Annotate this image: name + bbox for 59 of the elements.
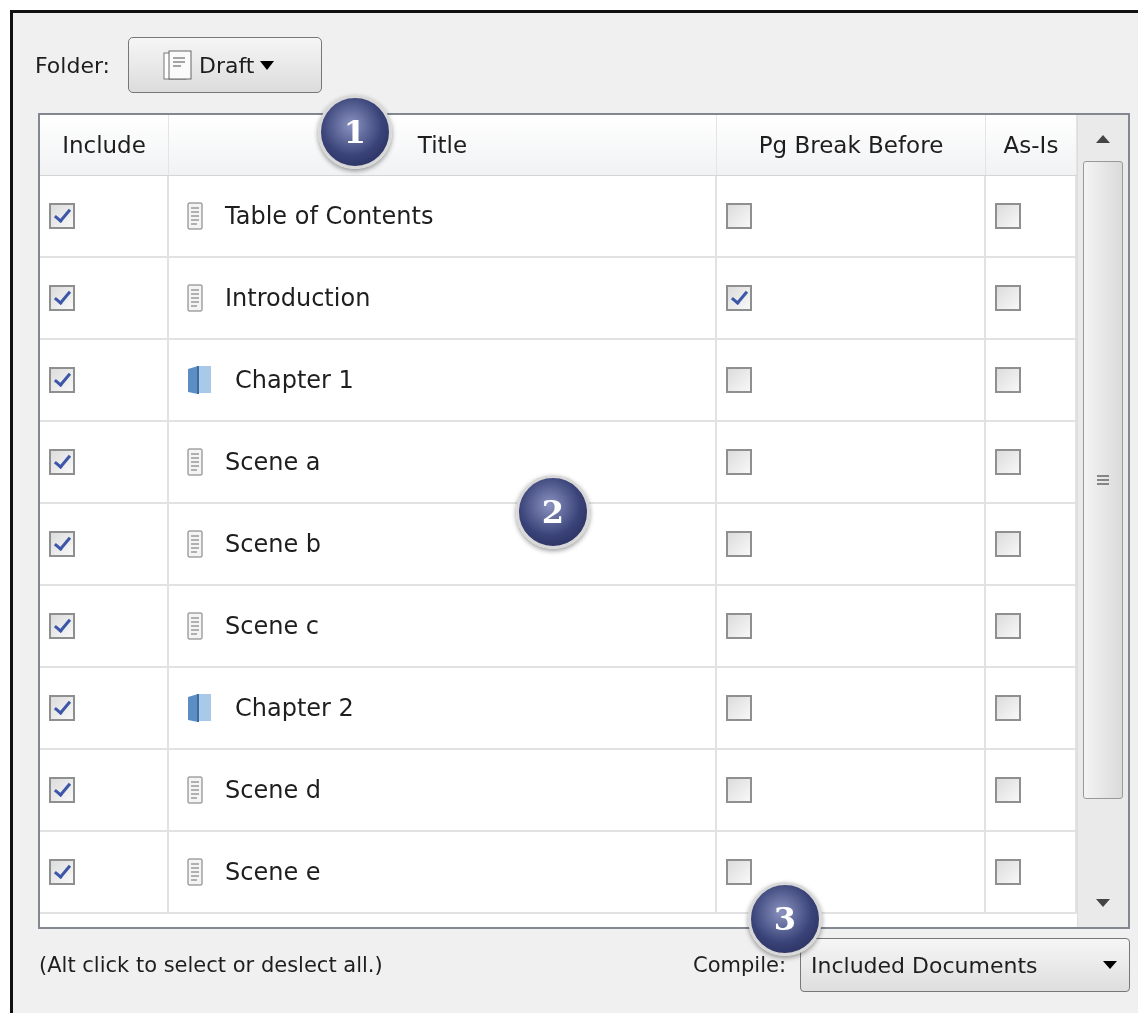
item-title: Table of Contents — [225, 202, 434, 230]
checkbox[interactable] — [726, 613, 752, 639]
checkbox[interactable] — [995, 367, 1021, 393]
checkbox[interactable] — [995, 859, 1021, 885]
item-title: Scene b — [225, 530, 322, 558]
checkbox[interactable] — [995, 777, 1021, 803]
compile-label: Compile: — [693, 953, 786, 977]
checkbox[interactable] — [49, 531, 75, 557]
scroll-thumb[interactable] — [1083, 161, 1123, 799]
checkbox[interactable] — [726, 859, 752, 885]
compile-dropdown[interactable]: Included Documents — [800, 938, 1130, 992]
item-title: Scene d — [225, 776, 322, 804]
checkbox[interactable] — [726, 203, 752, 229]
checkbox[interactable] — [726, 449, 752, 475]
checkbox[interactable] — [726, 531, 752, 557]
column-header[interactable]: Include — [40, 115, 169, 175]
folder-label: Folder: — [35, 52, 110, 78]
hint-text: (Alt click to select or deslect all.) — [39, 953, 383, 977]
checkbox[interactable] — [726, 285, 752, 311]
item-title: Scene a — [225, 448, 321, 476]
checkbox[interactable] — [49, 695, 75, 721]
checkbox[interactable] — [995, 695, 1021, 721]
checkbox[interactable] — [995, 285, 1021, 311]
checkbox[interactable] — [49, 203, 75, 229]
document-icon — [187, 776, 203, 804]
checkbox[interactable] — [726, 777, 752, 803]
item-title: Scene e — [225, 858, 321, 886]
folder-icon — [187, 365, 213, 395]
document-icon — [187, 530, 203, 558]
item-title: Introduction — [225, 284, 371, 312]
checkbox[interactable] — [49, 859, 75, 885]
checkbox[interactable] — [49, 777, 75, 803]
checkbox[interactable] — [726, 695, 752, 721]
scroll-up-icon — [1096, 133, 1110, 143]
checkbox[interactable] — [49, 367, 75, 393]
checkbox[interactable] — [726, 367, 752, 393]
item-title: Chapter 2 — [235, 694, 354, 722]
column-header[interactable]: Pg Break Before — [717, 115, 986, 175]
scroll-down-icon — [1096, 899, 1110, 909]
document-icon — [187, 202, 203, 230]
caret-icon — [260, 60, 275, 70]
grip-icon — [1097, 474, 1109, 486]
checkbox[interactable] — [49, 613, 75, 639]
checkbox[interactable] — [995, 449, 1021, 475]
checkbox[interactable] — [49, 449, 75, 475]
checkbox[interactable] — [995, 531, 1021, 557]
item-title: Chapter 1 — [235, 366, 354, 394]
folder-icon — [187, 693, 213, 723]
document-icon — [187, 284, 203, 312]
item-title: Scene c — [225, 612, 319, 640]
caret-icon — [1103, 960, 1117, 970]
document-icon — [187, 612, 203, 640]
document-icon — [187, 448, 203, 476]
checkbox[interactable] — [49, 285, 75, 311]
document-icon — [187, 858, 203, 886]
checkbox[interactable] — [995, 203, 1021, 229]
documents-icon — [163, 49, 193, 81]
folder-button[interactable]: Draft — [128, 37, 322, 93]
checkbox[interactable] — [995, 613, 1021, 639]
